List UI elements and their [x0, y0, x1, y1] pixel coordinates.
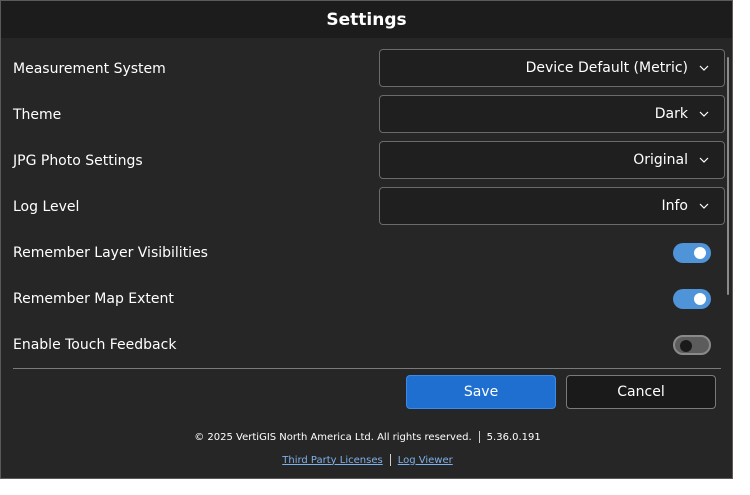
remember-layer-visibilities-toggle[interactable]: [673, 243, 711, 263]
remember-map-extent-label: Remember Map Extent: [13, 291, 174, 307]
remember-map-extent-toggle[interactable]: [673, 289, 711, 309]
theme-value: Dark: [654, 106, 688, 122]
measurement-system-label: Measurement System: [13, 61, 166, 77]
measurement-system-row: Measurement System Device Default (Metri…: [13, 49, 725, 89]
chevron-down-icon: [698, 154, 710, 166]
theme-row: Theme Dark: [13, 95, 725, 135]
copyright-text: © 2025 VertiGIS North America Ltd. All r…: [194, 431, 472, 443]
chevron-down-icon: [698, 200, 710, 212]
footer-separator: [389, 454, 391, 466]
save-button[interactable]: Save: [406, 375, 556, 409]
version-text: 5.36.0.191: [486, 431, 541, 443]
log-level-value: Info: [661, 198, 689, 214]
window-title: Settings: [326, 9, 407, 30]
scrollbar[interactable]: [727, 57, 729, 295]
log-level-label: Log Level: [13, 199, 80, 215]
remember-layer-visibilities-label: Remember Layer Visibilities: [13, 245, 208, 261]
log-viewer-link[interactable]: Log Viewer: [398, 455, 453, 466]
measurement-system-select[interactable]: Device Default (Metric): [379, 49, 725, 87]
theme-select[interactable]: Dark: [379, 95, 725, 133]
remember-map-extent-row: Remember Map Extent: [13, 287, 723, 311]
third-party-licenses-link[interactable]: Third Party Licenses: [282, 455, 382, 466]
toggle-knob: [680, 340, 692, 352]
jpg-photo-settings-row: JPG Photo Settings Original: [13, 141, 725, 181]
settings-window: Settings Measurement System Device Defau…: [0, 0, 733, 479]
jpg-photo-settings-value: Original: [633, 152, 688, 168]
divider: [13, 368, 721, 369]
measurement-system-value: Device Default (Metric): [525, 60, 688, 76]
enable-touch-feedback-label: Enable Touch Feedback: [13, 337, 177, 353]
enable-touch-feedback-row: Enable Touch Feedback: [13, 333, 723, 357]
jpg-photo-settings-select[interactable]: Original: [379, 141, 725, 179]
toggle-knob: [694, 247, 706, 259]
jpg-photo-settings-label: JPG Photo Settings: [13, 153, 143, 169]
footer-separator: [478, 431, 480, 443]
toggle-knob: [694, 293, 706, 305]
chevron-down-icon: [698, 108, 710, 120]
log-level-select[interactable]: Info: [379, 187, 725, 225]
log-level-row: Log Level Info: [13, 187, 725, 227]
theme-label: Theme: [13, 107, 62, 123]
title-bar: Settings: [1, 1, 732, 38]
enable-touch-feedback-toggle[interactable]: [673, 335, 711, 355]
copyright-footer: © 2025 VertiGIS North America Ltd. All r…: [1, 430, 732, 444]
chevron-down-icon: [698, 62, 710, 74]
footer-links: Third Party Licenses Log Viewer: [1, 453, 732, 467]
remember-layer-visibilities-row: Remember Layer Visibilities: [13, 241, 723, 265]
cancel-button[interactable]: Cancel: [566, 375, 716, 409]
